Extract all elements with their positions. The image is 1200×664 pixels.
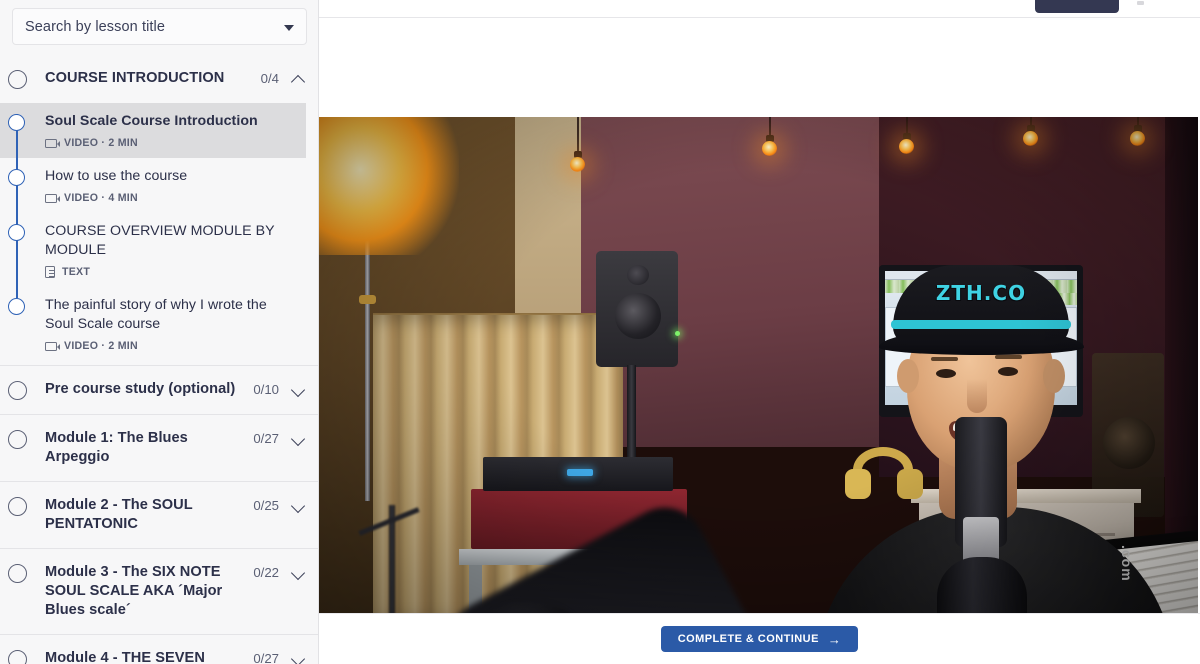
top-toolbar	[319, 0, 1200, 18]
section-progress-ring	[8, 70, 27, 89]
section-header[interactable]: Module 1: The Blues Arpeggio 0/27	[0, 415, 306, 481]
chevron-down-icon[interactable]	[293, 652, 306, 664]
lesson-status-circle	[8, 169, 25, 186]
section-pre-course-study: Pre course study (optional) 0/10	[0, 366, 319, 415]
course-player: Search by lesson title COURSE INTRODUCTI…	[0, 0, 1200, 664]
lesson-title: The painful story of why I wrote the Sou…	[45, 296, 292, 334]
section-progress-ring	[8, 381, 27, 400]
section-header[interactable]: Module 2 - The SOUL PENTATONIC 0/25	[0, 482, 306, 548]
caret-down-icon[interactable]	[284, 25, 294, 31]
list-item[interactable]: Soul Scale Course Introduction VIDEO · 2…	[0, 103, 306, 158]
lesson-rail	[0, 222, 45, 278]
section-progress-ring	[8, 497, 27, 516]
chevron-down-icon[interactable]	[293, 566, 306, 579]
lesson-rail	[0, 296, 45, 352]
section-header[interactable]: Pre course study (optional) 0/10	[0, 366, 306, 414]
section-module-3: Module 3 - The SIX NOTE SOUL SCALE AKA ´…	[0, 549, 319, 635]
section-count: 0/10	[253, 380, 279, 399]
video-vignette	[319, 117, 1198, 613]
section-module-1: Module 1: The Blues Arpeggio 0/27	[0, 415, 319, 482]
lesson-status-circle	[8, 224, 25, 241]
section-title: Module 3 - The SIX NOTE SOUL SCALE AKA ´…	[45, 563, 253, 620]
cta-label: COMPLETE & CONTINUE	[678, 633, 819, 645]
lesson-meta: VIDEO · 2 MIN	[45, 340, 292, 352]
section-count: 0/27	[253, 649, 279, 664]
lesson-meta: VIDEO · 4 MIN	[45, 192, 292, 204]
chevron-down-icon[interactable]	[293, 383, 306, 396]
lesson-rail	[0, 112, 45, 149]
video-icon	[45, 342, 57, 351]
search-input-placeholder: Search by lesson title	[25, 19, 165, 35]
lesson-title: How to use the course	[45, 167, 292, 186]
lesson-body: COURSE OVERVIEW MODULE BY MODULE TEXT	[45, 222, 292, 278]
lesson-meta-text: VIDEO · 2 MIN	[64, 137, 138, 149]
section-header[interactable]: Module 4 - THE SEVEN NOTE SOUL SCALE 0/2…	[0, 635, 306, 664]
list-item[interactable]: COURSE OVERVIEW MODULE BY MODULE TEXT	[0, 213, 306, 287]
section-title: COURSE INTRODUCTION	[45, 69, 261, 88]
lesson-meta: VIDEO · 2 MIN	[45, 137, 292, 149]
section-progress-ring	[8, 650, 27, 664]
top-action-button[interactable]	[1035, 0, 1119, 13]
arrow-right-icon: →	[828, 633, 841, 646]
chevron-up-icon[interactable]	[293, 72, 306, 85]
list-item[interactable]: The painful story of why I wrote the Sou…	[0, 287, 306, 361]
section-title: Module 1: The Blues Arpeggio	[45, 429, 253, 467]
video-spacer	[319, 18, 1200, 117]
list-item[interactable]: How to use the course VIDEO · 4 MIN	[0, 158, 306, 213]
section-header[interactable]: COURSE INTRODUCTION 0/4	[0, 55, 306, 103]
lesson-body: The painful story of why I wrote the Sou…	[45, 296, 292, 352]
sidebar-content: Search by lesson title COURSE INTRODUCTI…	[0, 0, 319, 664]
lesson-rail	[0, 167, 45, 204]
search-area: Search by lesson title	[0, 0, 319, 55]
section-progress-ring	[8, 564, 27, 583]
lesson-meta-text: VIDEO · 4 MIN	[64, 192, 138, 204]
section-title: Module 4 - THE SEVEN NOTE SOUL SCALE	[45, 649, 253, 664]
section-count: 0/27	[253, 429, 279, 448]
chevron-down-icon[interactable]	[293, 499, 306, 512]
lesson-footer: COMPLETE & CONTINUE →	[319, 613, 1200, 664]
section-title: Module 2 - The SOUL PENTATONIC	[45, 496, 253, 534]
chevron-down-icon[interactable]	[293, 432, 306, 445]
lesson-video-player[interactable]: ZTH.CO Jazz Blues .com	[319, 117, 1198, 613]
lesson-meta-text: TEXT	[62, 266, 90, 278]
section-count: 0/25	[253, 496, 279, 515]
lesson-meta: TEXT	[45, 266, 292, 278]
lesson-body: Soul Scale Course Introduction VIDEO · 2…	[45, 112, 292, 149]
section-module-4: Module 4 - THE SEVEN NOTE SOUL SCALE 0/2…	[0, 635, 319, 664]
search-lesson-select[interactable]: Search by lesson title	[12, 8, 307, 45]
lesson-status-circle	[8, 298, 25, 315]
top-menu-icon[interactable]	[1137, 1, 1144, 5]
video-icon	[45, 194, 57, 203]
section-progress-ring	[8, 430, 27, 449]
section-course-introduction: COURSE INTRODUCTION 0/4 Soul Scale Cours…	[0, 55, 319, 366]
section-header[interactable]: Module 3 - The SIX NOTE SOUL SCALE AKA ´…	[0, 549, 306, 634]
section-count: 0/4	[261, 69, 279, 88]
text-icon	[45, 266, 55, 278]
lesson-main-area: ZTH.CO Jazz Blues .com COMPLETE & CONTIN…	[319, 0, 1200, 664]
lesson-status-circle	[8, 114, 25, 131]
complete-and-continue-button[interactable]: COMPLETE & CONTINUE →	[661, 626, 859, 652]
lesson-list: Soul Scale Course Introduction VIDEO · 2…	[0, 103, 306, 365]
section-module-2: Module 2 - The SOUL PENTATONIC 0/25	[0, 482, 319, 549]
lesson-body: How to use the course VIDEO · 4 MIN	[45, 167, 292, 204]
video-icon	[45, 139, 57, 148]
section-count: 0/22	[253, 563, 279, 582]
curriculum-sidebar: Search by lesson title COURSE INTRODUCTI…	[0, 0, 319, 664]
section-title: Pre course study (optional)	[45, 380, 253, 399]
lesson-meta-text: VIDEO · 2 MIN	[64, 340, 138, 352]
lesson-title: Soul Scale Course Introduction	[45, 112, 292, 131]
lesson-title: COURSE OVERVIEW MODULE BY MODULE	[45, 222, 292, 260]
